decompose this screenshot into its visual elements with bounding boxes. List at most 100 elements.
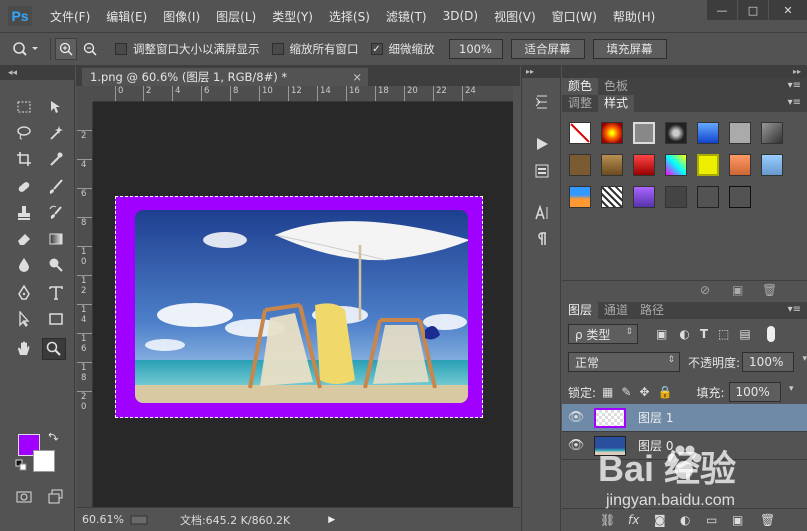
tab-color[interactable]: 颜色 xyxy=(562,78,599,95)
hand-tool[interactable] xyxy=(12,338,36,360)
style-swatch[interactable] xyxy=(697,186,719,208)
collapse-icon[interactable]: ▸▸ xyxy=(522,66,560,78)
link-layers-icon[interactable]: ⛓ xyxy=(600,513,615,527)
actions-panel-button[interactable] xyxy=(531,134,553,154)
path-selection-tool[interactable] xyxy=(12,308,36,330)
clone-stamp-tool[interactable] xyxy=(12,202,36,224)
history-panel-button[interactable] xyxy=(531,92,553,112)
minimize-button[interactable]: — xyxy=(707,0,737,20)
horizontal-ruler[interactable]: 0 2 4 6 8 10 12 14 16 18 20 22 24 xyxy=(93,86,513,102)
resize-windows-checkbox[interactable]: 调整窗口大小以满屏显示 xyxy=(115,41,260,57)
panel-menu-icon[interactable]: ▾≡ xyxy=(788,97,801,108)
panel-menu-icon[interactable]: ▾≡ xyxy=(788,304,801,315)
lock-transparent-icon[interactable]: ▦ xyxy=(602,385,613,399)
style-swatch[interactable] xyxy=(601,122,623,144)
filter-shape-icon[interactable]: ⬚ xyxy=(718,327,729,341)
style-swatch[interactable] xyxy=(633,186,655,208)
close-button[interactable]: ✕ xyxy=(769,0,807,20)
dodge-tool[interactable] xyxy=(44,254,68,276)
style-swatch[interactable] xyxy=(697,122,719,144)
style-swatch[interactable] xyxy=(601,186,623,208)
zoom-100-button[interactable]: 100% xyxy=(448,39,503,59)
menu-select[interactable]: 选择(S) xyxy=(329,8,370,25)
style-swatch[interactable] xyxy=(665,186,687,208)
tab-paths[interactable]: 路径 xyxy=(634,302,670,319)
paragraph-panel-button[interactable] xyxy=(531,229,553,249)
menu-file[interactable]: 文件(F) xyxy=(50,8,90,25)
menu-filter[interactable]: 滤镜(T) xyxy=(386,8,427,25)
style-swatch[interactable] xyxy=(665,154,687,176)
style-swatch[interactable] xyxy=(633,154,655,176)
marquee-tool[interactable] xyxy=(12,96,36,118)
lock-position-icon[interactable]: ✥ xyxy=(639,385,649,399)
blur-tool[interactable] xyxy=(12,254,36,276)
filter-smart-object-icon[interactable]: ▤ xyxy=(739,327,750,341)
document-canvas[interactable] xyxy=(93,102,513,507)
gradient-tool[interactable] xyxy=(44,228,68,250)
healing-brush-tool[interactable] xyxy=(12,176,36,198)
style-swatch[interactable] xyxy=(697,154,719,176)
screen-mode-button[interactable] xyxy=(44,486,68,508)
menu-image[interactable]: 图像(I) xyxy=(163,8,200,25)
layer-row-layer-0[interactable]: 👁 图层 0 xyxy=(562,432,807,460)
zoom-level-field[interactable]: 60.61% xyxy=(82,513,124,526)
new-style-icon[interactable]: ▣ xyxy=(732,283,743,297)
visibility-eye-icon[interactable]: 👁 xyxy=(562,438,590,453)
tab-layers[interactable]: 图层 xyxy=(562,302,599,319)
style-swatch[interactable] xyxy=(601,154,623,176)
adjustment-layer-icon[interactable]: ◐ xyxy=(680,513,690,527)
history-brush-tool[interactable] xyxy=(44,202,68,224)
menu-edit[interactable]: 编辑(E) xyxy=(106,8,147,25)
properties-panel-button[interactable] xyxy=(531,161,553,181)
character-panel-button[interactable] xyxy=(531,203,553,223)
style-swatch[interactable] xyxy=(665,122,687,144)
vertical-ruler[interactable]: 2 4 6 8 1 0 1 2 1 4 1 6 1 8 2 0 xyxy=(77,102,93,507)
style-swatch[interactable] xyxy=(569,154,591,176)
filter-adjustment-icon[interactable]: ◐ xyxy=(679,327,689,341)
tab-adjustments[interactable]: 调整 xyxy=(562,95,598,112)
blend-mode-dropdown[interactable]: 正常 ⇕ xyxy=(568,352,680,372)
filter-type-icon[interactable]: T xyxy=(700,327,708,341)
lock-image-icon[interactable]: ✎ xyxy=(621,385,631,399)
visibility-eye-icon[interactable]: 👁 xyxy=(562,410,590,425)
layer-row-layer-1[interactable]: 👁 图层 1 xyxy=(562,404,807,432)
new-group-icon[interactable]: ▭ xyxy=(706,513,717,527)
tool-preset-picker[interactable] xyxy=(6,37,46,61)
default-colors-button[interactable] xyxy=(14,458,28,472)
delete-style-icon[interactable]: 🗑 xyxy=(762,283,777,297)
maximize-button[interactable]: □ xyxy=(738,0,768,20)
type-tool[interactable] xyxy=(44,282,68,304)
layer-style-fx-icon[interactable]: fx xyxy=(628,513,639,527)
status-menu-arrow-icon[interactable]: ▶ xyxy=(328,515,335,525)
fit-screen-button[interactable]: 适合屏幕 xyxy=(510,39,585,59)
menu-3d[interactable]: 3D(D) xyxy=(443,9,478,23)
lock-all-icon[interactable]: 🔒 xyxy=(658,385,673,399)
status-config-icon[interactable] xyxy=(130,514,148,526)
menu-layer[interactable]: 图层(L) xyxy=(216,8,256,25)
chevron-down-icon[interactable]: ▾ xyxy=(789,384,794,394)
style-swatch[interactable] xyxy=(569,186,591,208)
filter-pixel-icon[interactable]: ▣ xyxy=(656,327,667,341)
eraser-tool[interactable] xyxy=(12,228,36,250)
style-swatch[interactable] xyxy=(761,154,783,176)
menu-type[interactable]: 类型(Y) xyxy=(272,8,313,25)
tab-channels[interactable]: 通道 xyxy=(598,302,634,319)
rectangle-tool[interactable] xyxy=(44,308,68,330)
panel-menu-icon[interactable]: ▾≡ xyxy=(788,80,801,91)
document-tab[interactable]: 1.png @ 60.6% (图层 1, RGB/8#) * × xyxy=(82,68,368,86)
swap-colors-button[interactable] xyxy=(46,430,60,444)
add-mask-icon[interactable]: ◙ xyxy=(654,513,666,527)
zoom-tool[interactable] xyxy=(42,338,66,360)
background-color-swatch[interactable] xyxy=(33,450,55,472)
menu-view[interactable]: 视图(V) xyxy=(494,8,536,25)
brush-tool[interactable] xyxy=(44,176,68,198)
collapse-icon[interactable]: ▸▸ xyxy=(562,66,807,78)
opacity-field[interactable]: 100% ▾ xyxy=(742,352,807,372)
eyedropper-tool[interactable] xyxy=(44,148,68,170)
style-swatch[interactable] xyxy=(729,186,751,208)
menu-window[interactable]: 窗口(W) xyxy=(552,8,597,25)
style-none[interactable] xyxy=(569,122,591,144)
lasso-tool[interactable] xyxy=(12,122,36,144)
new-layer-icon[interactable]: ▣ xyxy=(732,513,743,527)
scrubby-zoom-checkbox[interactable]: ✓ 细微缩放 xyxy=(370,41,435,57)
